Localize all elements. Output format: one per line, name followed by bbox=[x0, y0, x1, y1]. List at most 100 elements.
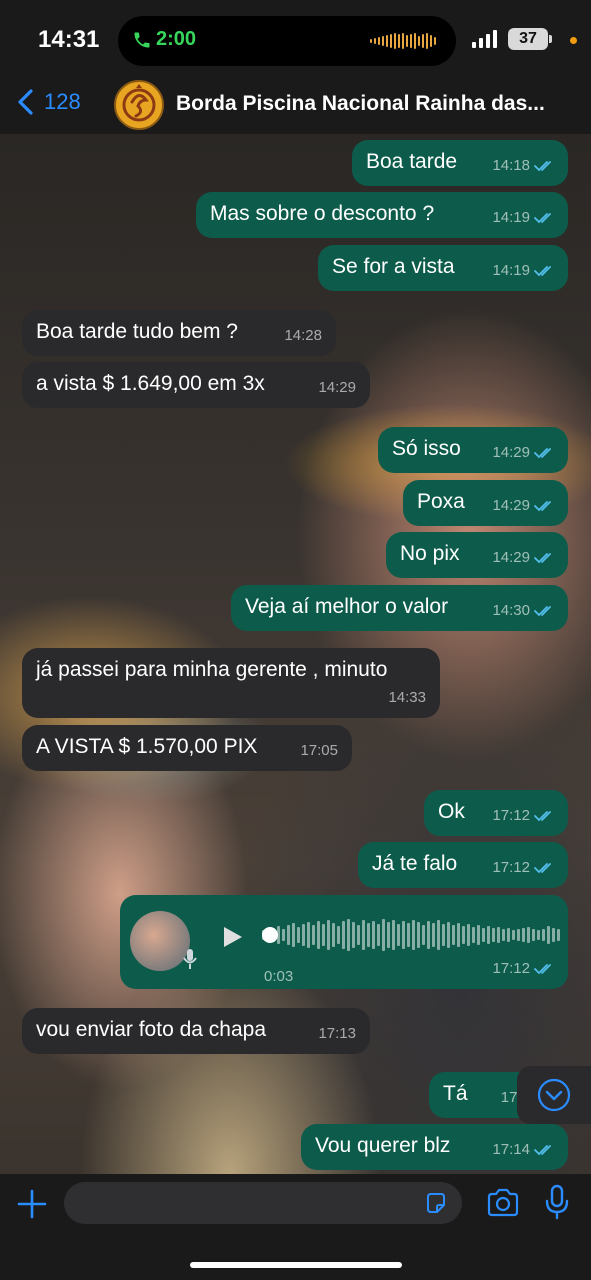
message-meta: 17:13 bbox=[318, 1022, 356, 1046]
message-text: a vista $ 1.649,00 em 3x bbox=[36, 372, 265, 395]
message-meta: 14:30 bbox=[492, 599, 554, 623]
status-time: 14:31 bbox=[38, 26, 100, 53]
message-text: Veja aí melhor o valor bbox=[245, 595, 449, 618]
voice-scrubber-knob[interactable] bbox=[262, 927, 278, 943]
chevron-left-icon bbox=[18, 89, 33, 115]
message-time: 14:29 bbox=[318, 379, 356, 396]
read-ticks-icon bbox=[534, 501, 551, 512]
message-bubble-outgoing[interactable]: Ok 17:12 bbox=[424, 790, 568, 836]
message-bubble-outgoing[interactable]: Veja aí melhor o valor 14:30 bbox=[231, 585, 568, 631]
message-bubble-outgoing[interactable]: No pix 14:29 bbox=[386, 532, 568, 578]
message-text: Já te falo bbox=[372, 852, 458, 875]
message-text: Mas sobre o desconto ? bbox=[210, 202, 435, 225]
message-time: 14:29 bbox=[492, 497, 530, 514]
message-meta: 14:19 bbox=[492, 206, 554, 230]
message-text: No pix bbox=[400, 542, 460, 565]
read-ticks-icon bbox=[534, 448, 551, 459]
message-meta: 14:29 bbox=[492, 494, 554, 518]
message-bubble-incoming[interactable]: já passei para minha gerente , minuto 14… bbox=[22, 648, 440, 718]
unread-count: 128 bbox=[44, 89, 81, 114]
audio-wave-icon bbox=[370, 33, 436, 49]
read-ticks-icon bbox=[534, 1145, 551, 1156]
read-ticks-icon bbox=[534, 964, 551, 975]
message-time: 17:12 bbox=[492, 960, 530, 977]
message-meta: 14:29 bbox=[492, 441, 554, 465]
call-duration: 2:00 bbox=[156, 28, 197, 50]
sticker-icon[interactable] bbox=[424, 1191, 448, 1215]
cellular-signal-icon bbox=[472, 30, 497, 48]
privacy-indicator-dot bbox=[570, 37, 577, 44]
message-text: Boa tarde bbox=[366, 150, 458, 173]
chevron-down-circle-icon bbox=[537, 1078, 571, 1112]
read-ticks-icon bbox=[534, 213, 551, 224]
voice-duration: 0:03 bbox=[264, 968, 294, 985]
message-time: 14:29 bbox=[492, 444, 530, 461]
message-bubble-outgoing[interactable]: Boa tarde 14:18 bbox=[352, 140, 568, 186]
message-bubble-incoming[interactable]: Boa tarde tudo bem ? 14:28 bbox=[22, 310, 336, 356]
read-ticks-icon bbox=[534, 863, 551, 874]
home-indicator[interactable] bbox=[190, 1262, 402, 1268]
message-meta: 14:18 bbox=[492, 154, 554, 178]
message-meta: 14:28 bbox=[284, 324, 322, 348]
back-button[interactable]: 128 bbox=[16, 88, 81, 116]
message-meta: 17:05 bbox=[300, 739, 338, 763]
message-bubble-outgoing[interactable]: Vou querer blz 17:14 bbox=[301, 1124, 568, 1170]
message-meta: 14:29 bbox=[318, 376, 356, 400]
contact-avatar[interactable] bbox=[114, 80, 164, 130]
message-bubble-outgoing[interactable]: Só isso 14:29 bbox=[378, 427, 568, 473]
voice-message-bubble[interactable]: 0:03 17:12 bbox=[120, 895, 568, 989]
phone-icon bbox=[134, 32, 150, 47]
message-text: Vou querer blz bbox=[315, 1134, 451, 1157]
read-ticks-icon bbox=[534, 606, 551, 617]
read-ticks-icon bbox=[534, 161, 551, 172]
message-time: 17:12 bbox=[492, 859, 530, 876]
message-text: vou enviar foto da chapa bbox=[36, 1018, 266, 1041]
message-meta: 17:12 bbox=[492, 957, 554, 981]
message-bubble-outgoing[interactable]: Já te falo 17:12 bbox=[358, 842, 568, 888]
chat-header: 128 Borda Piscina Nacional Rainha das... bbox=[0, 78, 591, 134]
message-meta: 17:14 bbox=[492, 1138, 554, 1162]
message-time: 14:18 bbox=[492, 157, 530, 174]
message-bubble-incoming[interactable]: a vista $ 1.649,00 em 3x 14:29 bbox=[22, 362, 370, 408]
dynamic-island[interactable]: 2:00 bbox=[118, 16, 456, 66]
message-bubble-incoming[interactable]: A VISTA $ 1.570,00 PIX 17:05 bbox=[22, 725, 352, 771]
message-text: Ok bbox=[438, 800, 465, 823]
message-bubble-outgoing[interactable]: Mas sobre o desconto ? 14:19 bbox=[196, 192, 568, 238]
message-text: Tá bbox=[443, 1082, 468, 1105]
read-ticks-icon bbox=[534, 266, 551, 277]
message-meta: 14:29 bbox=[492, 546, 554, 570]
message-time: 17:14 bbox=[492, 1141, 530, 1158]
battery-tip bbox=[549, 35, 552, 43]
message-text: Poxa bbox=[417, 490, 465, 513]
message-time: 14:19 bbox=[492, 262, 530, 279]
composer-bar bbox=[0, 1174, 591, 1280]
message-bubble-incoming[interactable]: vou enviar foto da chapa 17:13 bbox=[22, 1008, 370, 1054]
play-icon[interactable] bbox=[220, 925, 244, 949]
message-text: Boa tarde tudo bem ? bbox=[36, 320, 238, 343]
message-time: 17:12 bbox=[492, 807, 530, 824]
message-meta: 14:19 bbox=[492, 259, 554, 283]
message-bubble-outgoing[interactable]: Se for a vista 14:19 bbox=[318, 245, 568, 291]
contact-name[interactable]: Borda Piscina Nacional Rainha das... bbox=[176, 92, 545, 116]
status-bar: 14:31 2:00 37 bbox=[0, 0, 591, 78]
read-ticks-icon bbox=[534, 811, 551, 822]
message-meta: 14:33 bbox=[388, 686, 426, 710]
active-call-indicator[interactable]: 2:00 bbox=[132, 28, 196, 51]
message-meta: 17:12 bbox=[492, 804, 554, 828]
message-time: 14:33 bbox=[388, 689, 426, 706]
message-time: 14:28 bbox=[284, 327, 322, 344]
plus-icon[interactable] bbox=[16, 1188, 48, 1220]
microphone-icon[interactable] bbox=[544, 1184, 570, 1220]
microphone-icon bbox=[183, 949, 197, 969]
voice-sender-avatar bbox=[130, 911, 190, 971]
battery-icon: 37 bbox=[508, 28, 548, 50]
read-ticks-icon bbox=[534, 553, 551, 564]
message-input[interactable] bbox=[64, 1182, 462, 1224]
message-text: Só isso bbox=[392, 437, 461, 460]
scroll-to-bottom-button[interactable] bbox=[517, 1066, 591, 1124]
camera-icon[interactable] bbox=[486, 1188, 520, 1218]
message-bubble-outgoing[interactable]: Poxa 14:29 bbox=[403, 480, 568, 526]
message-time: 14:29 bbox=[492, 549, 530, 566]
message-time: 17:13 bbox=[318, 1025, 356, 1042]
voice-waveform[interactable] bbox=[262, 917, 560, 953]
